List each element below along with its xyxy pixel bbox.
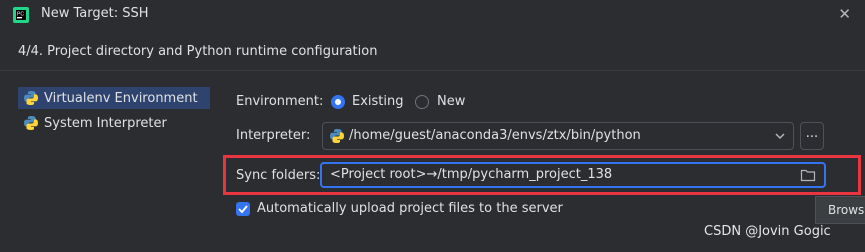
window-title: New Target: SSH — [41, 6, 149, 21]
pycharm-app-icon: PC — [13, 7, 29, 23]
auto-upload-checkbox[interactable] — [236, 202, 250, 216]
sidebar-item-virtualenv[interactable]: Virtualenv Environment — [18, 87, 210, 109]
close-icon[interactable]: ✕ — [838, 5, 851, 23]
checkmark-icon — [238, 205, 248, 214]
radio-new-label[interactable]: New — [437, 94, 465, 109]
interpreter-label: Interpreter: — [236, 128, 311, 143]
sidebar-item-label: System Interpreter — [44, 115, 167, 131]
sync-folders-value: <Project root>→/tmp/pycharm_project_138 — [330, 167, 613, 182]
interpreter-value: /home/guest/anaconda3/envs/ztx/bin/pytho… — [349, 128, 641, 143]
interpreter-dropdown[interactable]: /home/guest/anaconda3/envs/ztx/bin/pytho… — [322, 122, 794, 150]
sync-folders-label: Sync folders: — [236, 168, 321, 183]
interpreter-browse-button[interactable]: ... — [800, 122, 824, 150]
folder-icon[interactable] — [800, 168, 816, 182]
svg-text:PC: PC — [17, 12, 24, 18]
sync-folders-field[interactable]: <Project root>→/tmp/pycharm_project_138 — [320, 162, 826, 188]
radio-existing-label[interactable]: Existing — [352, 94, 404, 109]
title-bar: PC New Target: SSH ✕ — [0, 0, 865, 30]
sidebar-item-system-interpreter[interactable]: System Interpreter — [18, 112, 210, 134]
python-icon — [24, 116, 38, 130]
watermark: CSDN @Jovin Gogic — [704, 224, 831, 239]
browse-tooltip: Brows — [815, 196, 865, 224]
divider — [0, 70, 865, 71]
python-icon — [330, 129, 344, 143]
step-header: 4/4. Project directory and Python runtim… — [0, 38, 865, 68]
radio-new[interactable] — [415, 95, 429, 109]
step-title: 4/4. Project directory and Python runtim… — [18, 44, 378, 59]
browse-tooltip-text: Brows — [828, 203, 865, 217]
sidebar-item-label: Virtualenv Environment — [44, 90, 198, 106]
auto-upload-label[interactable]: Automatically upload project files to th… — [257, 201, 563, 216]
chevron-down-icon[interactable] — [773, 129, 787, 143]
environment-label: Environment: — [236, 94, 324, 109]
python-icon — [24, 91, 38, 105]
radio-existing[interactable] — [331, 95, 345, 109]
